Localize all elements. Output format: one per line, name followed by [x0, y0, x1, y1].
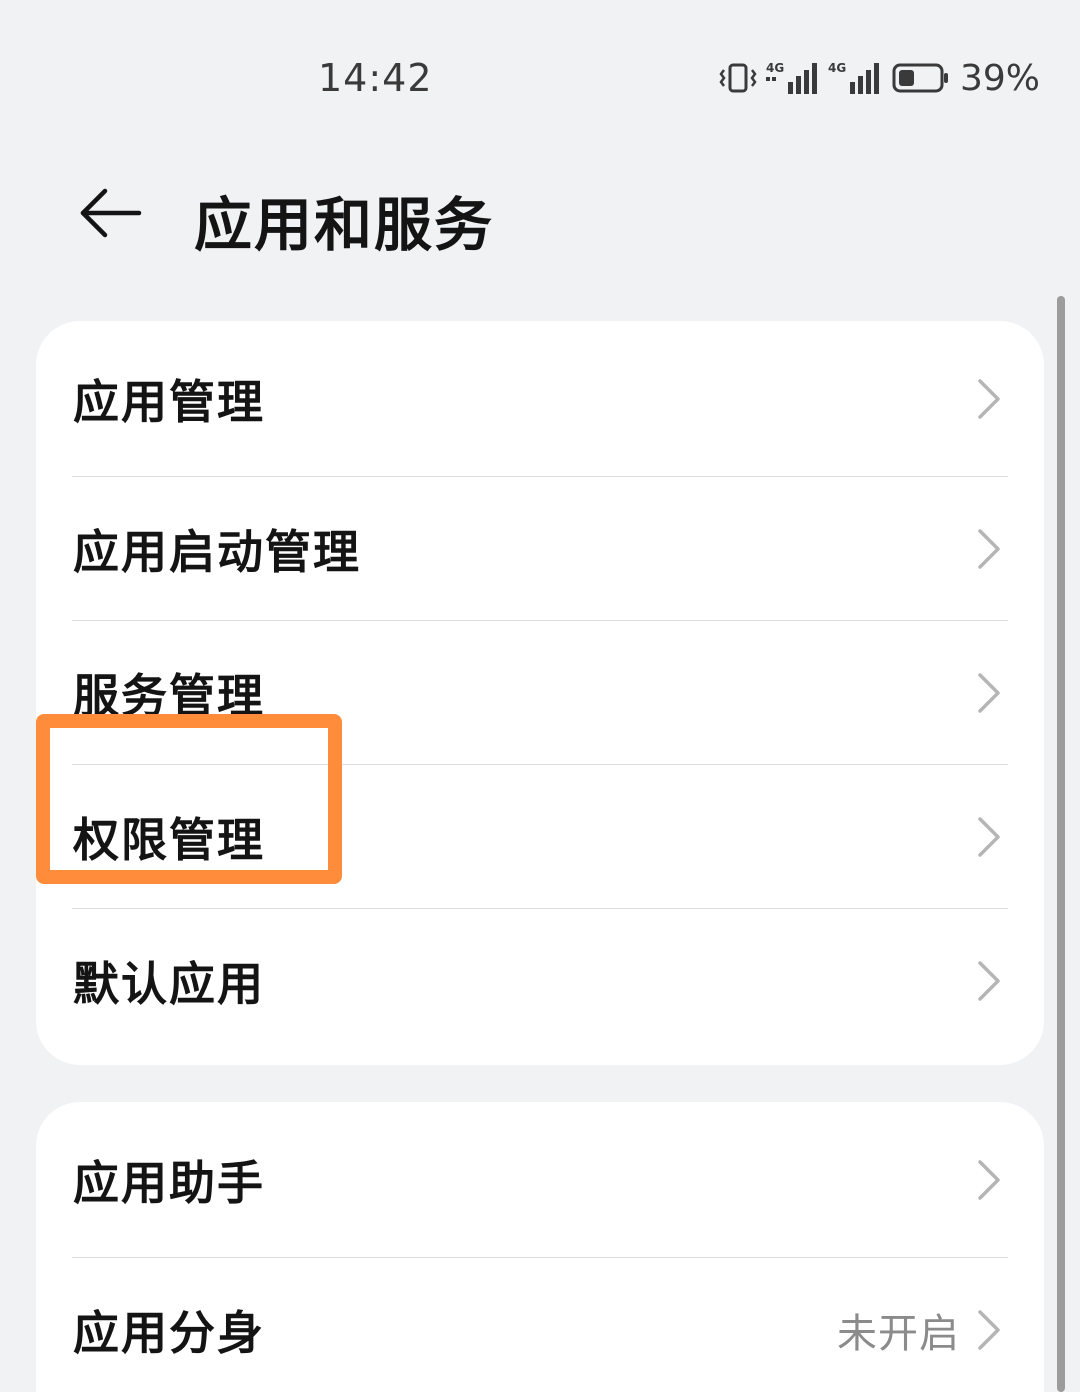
list-item-app-management[interactable]: 应用管理 [36, 321, 1044, 477]
chevron-right-icon [974, 525, 1004, 573]
back-button[interactable] [70, 178, 150, 252]
battery-percent: 39% [959, 57, 1040, 99]
chevron-right-icon [974, 957, 1004, 1005]
chevron-right-icon [974, 813, 1004, 861]
list-item-app-launch-management[interactable]: 应用启动管理 [36, 477, 1044, 621]
settings-group-1: 应用管理 应用启动管理 服务管理 权限管理 默认应用 [36, 321, 1044, 1065]
list-item-permission-management[interactable]: 权限管理 [36, 765, 1044, 909]
network-label-1: 4G [766, 61, 784, 75]
settings-page: 14:42 4G 4G 39% 应用和服务 应用管理 应用启动管理 服务管理 权… [0, 0, 1080, 1392]
list-item-label: 应用分身 [73, 1306, 265, 1360]
list-item-label: 应用管理 [73, 375, 265, 429]
status-bar: 14:42 4G 4G 39% [0, 0, 1080, 150]
list-item-service-management[interactable]: 服务管理 [36, 621, 1044, 765]
list-item-label: 默认应用 [73, 957, 265, 1011]
page-title: 应用和服务 [194, 191, 495, 259]
header: 应用和服务 [0, 150, 1080, 290]
list-item-app-assistant[interactable]: 应用助手 [36, 1102, 1044, 1258]
list-item-default-apps[interactable]: 默认应用 [36, 909, 1044, 1053]
list-item-value: 未开启 [837, 1311, 960, 1357]
list-item-label: 服务管理 [73, 669, 265, 723]
settings-group-2: 应用助手 应用分身 未开启 [36, 1102, 1044, 1392]
signal-4g-sim1-icon: 4G [765, 60, 818, 96]
list-item-app-twin[interactable]: 应用分身 未开启 [36, 1258, 1044, 1392]
list-item-label: 权限管理 [73, 813, 265, 867]
chevron-right-icon [974, 1156, 1004, 1204]
status-time: 14:42 [318, 56, 433, 100]
chevron-right-icon [974, 1306, 1004, 1354]
chevron-right-icon [974, 375, 1004, 423]
chevron-right-icon [974, 669, 1004, 717]
list-item-label: 应用助手 [73, 1156, 265, 1210]
status-icons: 4G 4G 39% [718, 56, 1040, 100]
battery-icon [892, 62, 950, 94]
signal-4g-sim2-icon: 4G [828, 60, 880, 96]
vibrate-icon [718, 62, 758, 94]
network-label-2: 4G [828, 61, 846, 75]
back-arrow-icon [77, 187, 143, 243]
scrollbar[interactable] [1057, 296, 1065, 1392]
list-item-label: 应用启动管理 [73, 525, 361, 579]
